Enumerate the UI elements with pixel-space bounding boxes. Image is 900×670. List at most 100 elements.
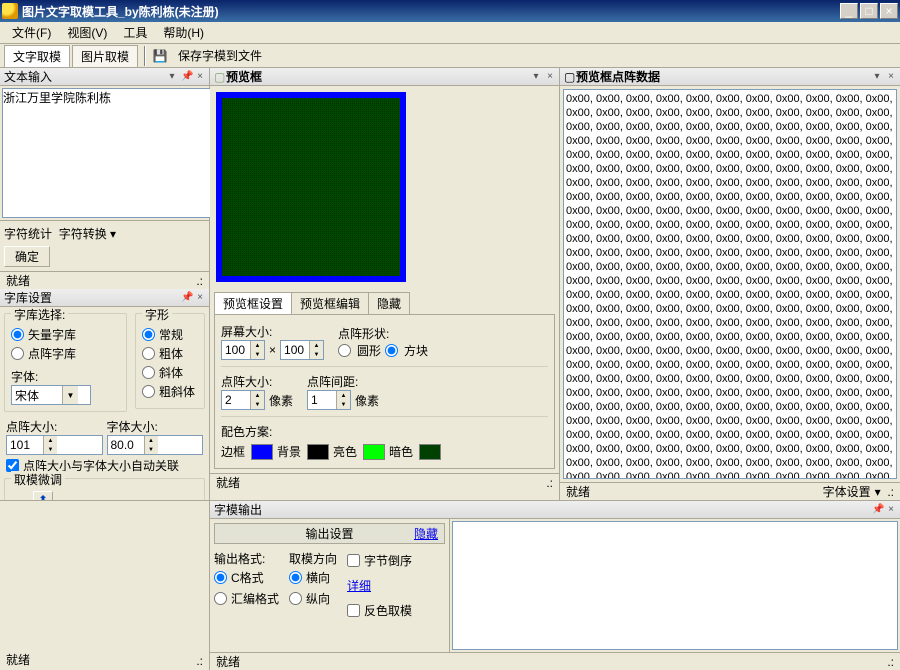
close-panel-icon[interactable]: × xyxy=(195,71,205,82)
dir-v-radio[interactable] xyxy=(289,592,302,605)
left-column: 文本输入 ▾ 📌 × 浙江万里学院陈利栋 字符统计 字符转换 ▾ 确定 就绪.:… xyxy=(0,68,210,500)
dropdown-icon[interactable]: ▾ xyxy=(167,71,177,82)
pv-dot-size-input[interactable] xyxy=(222,391,250,409)
output-status: 就绪.: xyxy=(210,652,900,670)
detail-link[interactable]: 详细 xyxy=(347,577,412,594)
fmt-c-label: C格式 xyxy=(231,569,264,586)
times-label: × xyxy=(269,343,276,357)
hex-data-area[interactable]: 0x00, 0x00, 0x00, 0x00, 0x00, 0x00, 0x00… xyxy=(563,89,897,479)
radio-bold[interactable] xyxy=(142,347,155,360)
output-hide-link[interactable]: 隐藏 xyxy=(414,525,438,542)
dir-h-radio[interactable] xyxy=(289,571,302,584)
tab-image-mode[interactable]: 图片取模 xyxy=(72,45,138,67)
bg-swatch[interactable] xyxy=(307,444,329,460)
shape-square-radio[interactable] xyxy=(385,344,398,357)
minimize-button[interactable]: _ xyxy=(840,3,858,19)
preview-tabs: 预览框设置 预览框编辑 隐藏 屏幕大小: ▲▼ × ▲▼ 点阵形 xyxy=(214,292,555,469)
left-bottom-spacer: 就绪.: xyxy=(0,501,210,670)
dropdown-icon[interactable]: ▾ xyxy=(872,71,882,82)
tab-text-mode[interactable]: 文字取模 xyxy=(4,45,70,67)
menu-help[interactable]: 帮助(H) xyxy=(155,22,212,43)
screen-h-spinner[interactable]: ▲▼ xyxy=(280,340,324,360)
output-textarea[interactable] xyxy=(452,521,898,650)
shape-round-radio[interactable] xyxy=(338,344,351,357)
radio-italic[interactable] xyxy=(142,366,155,379)
border-swatch[interactable] xyxy=(251,444,273,460)
font-combo-input[interactable] xyxy=(12,388,62,402)
radio-bitmap[interactable] xyxy=(11,347,24,360)
menu-file[interactable]: 文件(F) xyxy=(4,22,59,43)
tab-preview-edit[interactable]: 预览框编辑 xyxy=(291,292,369,314)
screen-h-input[interactable] xyxy=(281,341,309,359)
font-size-input[interactable] xyxy=(108,436,144,454)
fmt-asm-radio[interactable] xyxy=(214,592,227,605)
close-button[interactable]: × xyxy=(880,3,898,19)
hex-status: 就绪 字体设置 ▾ .: xyxy=(560,482,900,500)
char-conv-button[interactable]: 字符转换 ▾ xyxy=(59,227,116,241)
on-swatch[interactable] xyxy=(363,444,385,460)
font-size-label: 字体大小: xyxy=(107,418,204,435)
preview-canvas[interactable] xyxy=(216,92,406,282)
dot-size-input[interactable] xyxy=(7,436,43,454)
chevron-down-icon[interactable]: ▼ xyxy=(62,386,78,404)
close-panel-icon[interactable]: × xyxy=(886,71,896,82)
spin-up-icon[interactable]: ▲ xyxy=(43,436,57,445)
title-bar: 图片文字取模工具_by陈利栋(未注册) _ □ × xyxy=(0,0,900,22)
screen-w-input[interactable] xyxy=(222,341,250,359)
screen-w-spinner[interactable]: ▲▼ xyxy=(221,340,265,360)
pin-icon[interactable]: 📌 xyxy=(872,504,882,515)
maximize-button[interactable]: □ xyxy=(860,3,878,19)
arrow-up-button[interactable]: ⬆ xyxy=(33,491,53,500)
font-combo[interactable]: ▼ xyxy=(11,385,91,405)
tab-preview-hide[interactable]: 隐藏 xyxy=(368,292,410,314)
font-panel-title: 字库设置 xyxy=(4,289,177,306)
pv-dot-size-spinner[interactable]: ▲▼ xyxy=(221,390,265,410)
status-text: 就绪 xyxy=(6,272,30,289)
save-icon: 💾 xyxy=(152,48,168,64)
close-panel-icon[interactable]: × xyxy=(195,292,205,303)
fmt-c-radio[interactable] xyxy=(214,571,227,584)
font-panel-header: 字库设置 📌 × xyxy=(0,289,209,307)
font-size-spinner[interactable]: ▲▼ xyxy=(107,435,204,455)
byte-rev-check[interactable] xyxy=(347,554,360,567)
radio-bolditalic[interactable] xyxy=(142,385,155,398)
radio-regular[interactable] xyxy=(142,328,155,341)
dot-size-spinner[interactable]: ▲▼ xyxy=(6,435,103,455)
ok-button[interactable]: 确定 xyxy=(4,246,50,267)
save-font-button[interactable]: 保存字模到文件 xyxy=(170,45,270,66)
char-stat-button[interactable]: 字符统计 xyxy=(4,227,52,241)
pin-icon[interactable]: 📌 xyxy=(181,292,191,303)
off-swatch-label: 暗色 xyxy=(389,443,413,460)
preview-header: ▢ 预览框 ▾ × xyxy=(210,68,559,86)
preview-icon: ▢ xyxy=(214,70,226,84)
on-swatch-label: 亮色 xyxy=(333,443,357,460)
status-text: 就绪 xyxy=(216,474,240,491)
inv-check[interactable] xyxy=(347,604,360,617)
font-label: 字体: xyxy=(11,368,120,385)
hex-font-setting[interactable]: 字体设置 xyxy=(823,483,871,500)
px-label: 像素 xyxy=(269,392,293,409)
radio-bitmap-label: 点阵字库 xyxy=(28,345,76,362)
pv-gap-spinner[interactable]: ▲▼ xyxy=(307,390,351,410)
menu-bar: 文件(F) 视图(V) 工具 帮助(H) xyxy=(0,22,900,44)
style-legend: 字形 xyxy=(142,307,172,323)
text-input[interactable]: 浙江万里学院陈利栋 xyxy=(2,88,211,218)
radio-vector[interactable] xyxy=(11,328,24,341)
pin-icon[interactable]: 📌 xyxy=(181,71,191,82)
spin-down-icon[interactable]: ▼ xyxy=(43,445,57,454)
close-panel-icon[interactable]: × xyxy=(886,504,896,515)
output-settings-title: 输出设置 xyxy=(305,525,353,542)
close-panel-icon[interactable]: × xyxy=(545,71,555,82)
dropdown-icon[interactable]: ▾ xyxy=(531,71,541,82)
menu-view[interactable]: 视图(V) xyxy=(59,22,115,43)
off-swatch[interactable] xyxy=(419,444,441,460)
arrow-pad: ⬆ ⬇ ⬅ ➡ xyxy=(13,491,73,500)
spin-up-icon[interactable]: ▲ xyxy=(144,436,158,445)
tab-preview-settings[interactable]: 预览框设置 xyxy=(214,292,292,314)
status-text: 就绪 xyxy=(566,483,590,500)
menu-tools[interactable]: 工具 xyxy=(115,22,155,43)
output-panel: 字模输出 📌 × 输出设置 隐藏 输出格式: C格式 汇编格式 取模方向 xyxy=(210,501,900,670)
spin-down-icon[interactable]: ▼ xyxy=(144,445,158,454)
pv-gap-input[interactable] xyxy=(308,391,336,409)
shape-label: 点阵形状: xyxy=(338,325,428,342)
